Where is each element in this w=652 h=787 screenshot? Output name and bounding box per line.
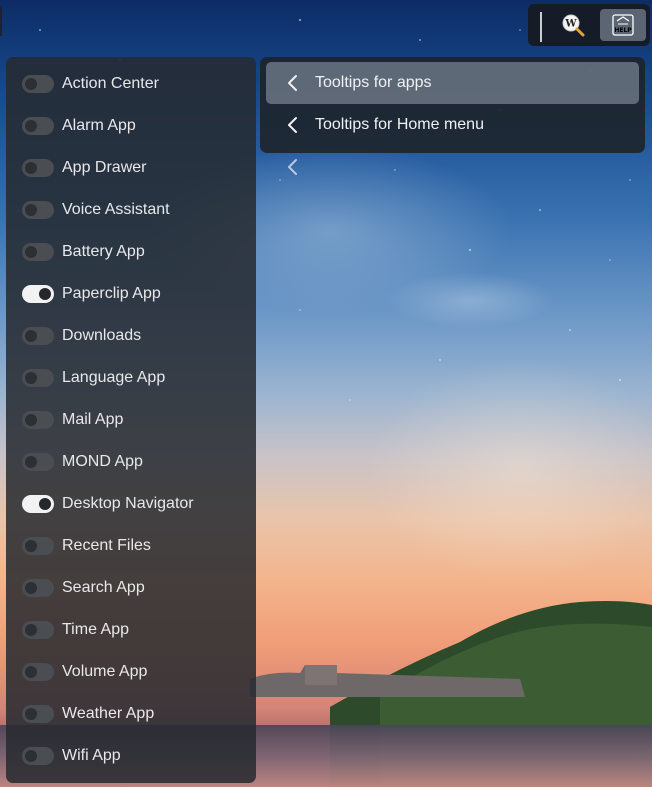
help-icon: HELP xyxy=(612,14,634,36)
toggle-label: Wifi App xyxy=(62,747,121,764)
toggle-label: Recent Files xyxy=(62,537,151,554)
toggle-switch[interactable] xyxy=(22,705,54,723)
toggle-knob xyxy=(25,666,37,678)
toggle-switch[interactable] xyxy=(22,621,54,639)
toggle-knob xyxy=(25,372,37,384)
toggle-label: Action Center xyxy=(62,75,159,92)
tooltips-submenu: Tooltips for apps Tooltips for Home menu xyxy=(260,57,645,153)
toggle-label: Time App xyxy=(62,621,129,638)
wiki-search-icon: W xyxy=(562,14,585,37)
toggle-label: Weather App xyxy=(62,705,155,722)
chevron-left-icon xyxy=(288,75,297,91)
toggle-switch[interactable] xyxy=(22,285,54,303)
toggle-label: Battery App xyxy=(62,243,145,260)
submenu-item-label: Tooltips for apps xyxy=(315,74,432,91)
toggle-switch[interactable] xyxy=(22,327,54,345)
toolbar-divider xyxy=(540,12,542,42)
toggle-row-recent-files[interactable]: Recent Files xyxy=(6,525,256,567)
wiki-search-button[interactable]: W xyxy=(556,9,590,41)
toggle-row-wifi-app[interactable]: Wifi App xyxy=(6,735,256,777)
toggle-row-battery-app[interactable]: Battery App xyxy=(6,231,256,273)
toggle-row-app-drawer[interactable]: App Drawer xyxy=(6,147,256,189)
toggle-row-action-center[interactable]: Action Center xyxy=(6,63,256,105)
toggle-label: Paperclip App xyxy=(62,285,161,302)
chevron-left-icon xyxy=(288,117,297,133)
toggle-knob xyxy=(39,288,51,300)
help-button[interactable]: HELP xyxy=(600,9,646,41)
toggle-knob xyxy=(25,162,37,174)
toggle-switch[interactable] xyxy=(22,117,54,135)
toggle-knob xyxy=(25,624,37,636)
toggle-row-volume-app[interactable]: Volume App xyxy=(6,651,256,693)
toggle-knob xyxy=(25,414,37,426)
toggle-switch[interactable] xyxy=(22,75,54,93)
toggle-knob xyxy=(25,582,37,594)
help-label: HELP xyxy=(614,27,632,34)
toggle-row-search-app[interactable]: Search App xyxy=(6,567,256,609)
svg-text:W: W xyxy=(564,19,577,30)
toggle-switch[interactable] xyxy=(22,579,54,597)
toggle-switch[interactable] xyxy=(22,663,54,681)
submenu-item-tooltips-for-apps[interactable]: Tooltips for apps xyxy=(266,62,639,104)
toggle-label: MOND App xyxy=(62,453,143,470)
toggle-label: Mail App xyxy=(62,411,124,428)
toggle-knob xyxy=(25,78,37,90)
toggle-row-paperclip-app[interactable]: Paperclip App xyxy=(6,273,256,315)
toggle-knob xyxy=(25,246,37,258)
toggle-switch[interactable] xyxy=(22,411,54,429)
submenu-item-tooltips-for-home-menu[interactable]: Tooltips for Home menu xyxy=(266,104,639,146)
toggle-label: Alarm App xyxy=(62,117,136,134)
toggle-label: Desktop Navigator xyxy=(62,495,194,512)
toggle-row-time-app[interactable]: Time App xyxy=(6,609,256,651)
toggle-knob xyxy=(25,708,37,720)
toggle-row-mail-app[interactable]: Mail App xyxy=(6,399,256,441)
toggle-knob xyxy=(25,330,37,342)
toggle-row-alarm-app[interactable]: Alarm App xyxy=(6,105,256,147)
apps-toggle-panel: Action Center Alarm App App Drawer Voice As… xyxy=(6,57,256,783)
toggle-label: Voice Assistant xyxy=(62,201,170,218)
toggle-knob xyxy=(25,204,37,216)
toggle-switch[interactable] xyxy=(22,537,54,555)
toggle-label: Search App xyxy=(62,579,145,596)
submenu-item-label: Tooltips for Home menu xyxy=(315,116,484,133)
toggle-row-language-app[interactable]: Language App xyxy=(6,357,256,399)
toggle-row-mond-app[interactable]: MOND App xyxy=(6,441,256,483)
toggle-switch[interactable] xyxy=(22,243,54,261)
toggle-knob xyxy=(25,540,37,552)
toggle-switch[interactable] xyxy=(22,495,54,513)
top-toolbar: W HELP xyxy=(528,4,650,46)
toggle-knob xyxy=(25,750,37,762)
toggle-label: Volume App xyxy=(62,663,148,680)
toggle-switch[interactable] xyxy=(22,369,54,387)
toggle-label: Downloads xyxy=(62,327,142,344)
window-edge xyxy=(0,6,2,36)
toggle-row-desktop-navigator[interactable]: Desktop Navigator xyxy=(6,483,256,525)
toggle-knob xyxy=(25,120,37,132)
toggle-switch[interactable] xyxy=(22,453,54,471)
toggle-switch[interactable] xyxy=(22,747,54,765)
toggle-knob xyxy=(39,498,51,510)
chevron-left-icon xyxy=(288,159,297,175)
toggle-switch[interactable] xyxy=(22,201,54,219)
toggle-row-voice-assistant[interactable]: Voice Assistant xyxy=(6,189,256,231)
toggle-switch[interactable] xyxy=(22,159,54,177)
toggle-row-weather-app[interactable]: Weather App xyxy=(6,693,256,735)
toggle-label: Language App xyxy=(62,369,166,386)
toggle-row-downloads[interactable]: Downloads xyxy=(6,315,256,357)
toggle-knob xyxy=(25,456,37,468)
toggle-label: App Drawer xyxy=(62,159,147,176)
